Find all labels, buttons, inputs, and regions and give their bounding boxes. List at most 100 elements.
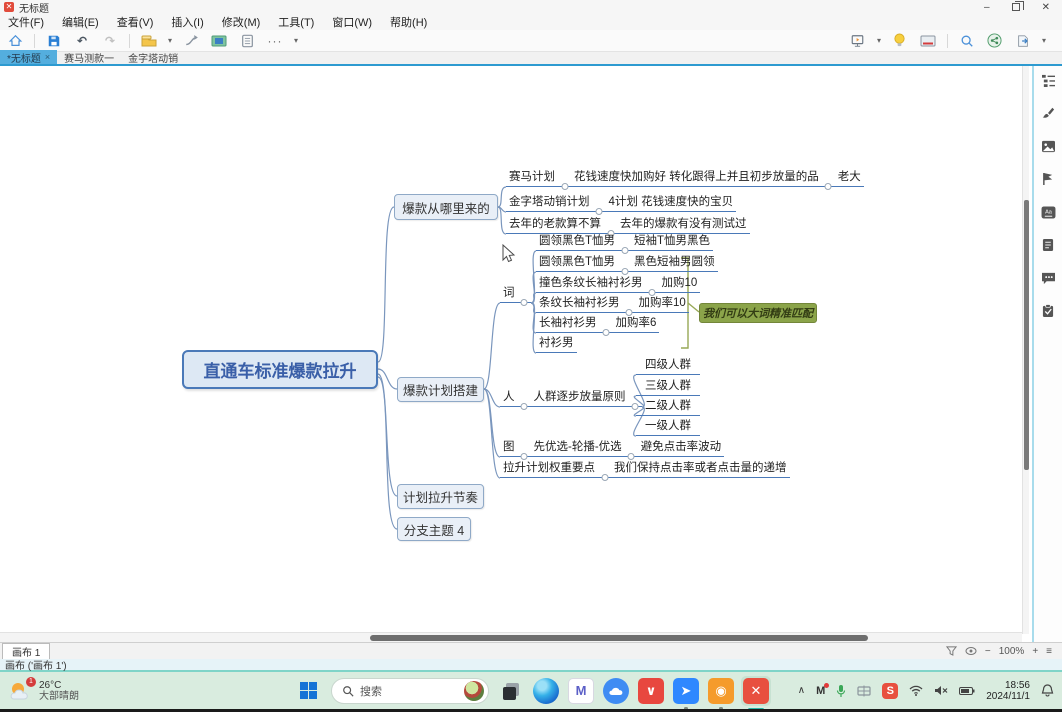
subtopic[interactable]: 二级人群 [636, 399, 700, 416]
subtopic[interactable]: 短袖T恤男黑色 [631, 234, 713, 251]
subtopic[interactable]: 去年的爆款有没有测试过 [617, 217, 750, 234]
drill-down-icon[interactable] [210, 33, 228, 49]
collapse-handle-icon[interactable] [600, 325, 613, 333]
row-pyramid-plan[interactable]: 金字塔动销计划4计划 花钱速度快的宝贝 [506, 195, 736, 212]
topic-branch-4[interactable]: 分支主题 4 [397, 517, 471, 541]
theme-icon[interactable] [140, 33, 158, 49]
messenger-app-icon[interactable]: ➤ [673, 678, 699, 704]
redo-icon[interactable]: ↷ [101, 33, 119, 49]
outline-view-icon[interactable] [238, 33, 256, 49]
subtopic[interactable]: 金字塔动销计划 [506, 195, 593, 212]
subtopic[interactable]: 加购率10 [636, 296, 689, 313]
more-caret-icon[interactable]: ▾ [294, 36, 298, 45]
collapse-handle-icon[interactable] [646, 285, 659, 293]
menu-view[interactable]: 查看(V) [117, 14, 154, 30]
subtopic[interactable]: 词 [500, 286, 518, 303]
tab-untitled[interactable]: *无标题 × [0, 50, 57, 64]
orange-app-icon[interactable]: ◉ [708, 678, 734, 704]
subtopic[interactable]: 黑色短袖男圆领 [631, 255, 718, 272]
notes-panel-icon[interactable] [1040, 237, 1056, 253]
red-app-icon[interactable]: ∨ [638, 678, 664, 704]
topic-plan-rhythm[interactable]: 计划拉升节奏 [397, 484, 484, 509]
edge-app-icon[interactable] [533, 678, 559, 704]
collapse-handle-icon[interactable] [558, 179, 571, 187]
collapse-handle-icon[interactable] [518, 295, 531, 303]
subtopic[interactable]: 去年的老款算不算 [506, 217, 604, 234]
subtopic[interactable]: 人 [500, 390, 518, 407]
row-crowd-2[interactable]: 二级人群 [636, 399, 700, 416]
row-weight[interactable]: 拉升计划权重要点我们保持点击率或者点击量的递增 [500, 461, 790, 478]
home-icon[interactable] [6, 33, 24, 49]
collapse-handle-icon[interactable] [618, 243, 631, 251]
subtopic[interactable]: 加购10 [659, 276, 701, 293]
tab-close-icon[interactable]: × [45, 52, 50, 62]
row-word-6[interactable]: 衬衫男 [536, 336, 577, 353]
row-word-1[interactable]: 圆领黑色T恤男短袖T恤男黑色 [536, 234, 713, 251]
summary-callout[interactable]: 我们可以大词精准匹配 [699, 303, 817, 323]
tray-sogou-icon[interactable]: S [882, 683, 898, 699]
central-topic[interactable]: 直通车标准爆款拉升 [182, 350, 378, 389]
taskbar-search[interactable]: 搜索 [331, 678, 489, 704]
visibility-icon[interactable] [965, 646, 977, 656]
minimize-button[interactable]: – [984, 2, 990, 13]
restore-button[interactable] [1012, 3, 1020, 11]
subtopic[interactable]: 圆领黑色T恤男 [536, 255, 618, 272]
row-word-5[interactable]: 长袖衬衫男加购率6 [536, 316, 659, 333]
tab-saima[interactable]: 赛马测款一 [57, 50, 121, 64]
cloud-app-icon[interactable] [603, 678, 629, 704]
menu-edit[interactable]: 编辑(E) [62, 14, 99, 30]
tray-volume-muted-icon[interactable] [934, 685, 948, 696]
outline-panel-icon[interactable] [1040, 72, 1056, 88]
collapse-handle-icon[interactable] [593, 204, 606, 212]
export-icon[interactable] [1014, 33, 1032, 49]
row-picture[interactable]: 图先优选-轮播-优选避免点击率波动 [500, 440, 724, 457]
subtopic[interactable]: 拉升计划权重要点 [500, 461, 598, 478]
row-person[interactable]: 人人群逐步放量原则 [500, 390, 642, 407]
tray-m-icon[interactable]: M [816, 685, 825, 697]
marker-flag-icon[interactable] [1040, 171, 1056, 187]
menu-tools[interactable]: 工具(T) [278, 14, 314, 30]
row-saima-plan[interactable]: 赛马计划花钱速度快加购好 转化跟得上并且初步放量的品老大 [506, 170, 864, 187]
menu-modify[interactable]: 修改(M) [222, 14, 261, 30]
filter-icon[interactable] [946, 646, 957, 656]
subtopic[interactable]: 一级人群 [636, 419, 700, 436]
image-panel-icon[interactable] [1040, 138, 1056, 154]
topic-where-from[interactable]: 爆款从哪里来的 [394, 194, 498, 220]
theme-caret-icon[interactable]: ▾ [168, 36, 172, 45]
tray-mic-icon[interactable] [836, 684, 846, 698]
collapse-handle-icon[interactable] [598, 470, 611, 478]
presentation-caret-icon[interactable]: ▾ [877, 36, 881, 45]
collapse-handle-icon[interactable] [625, 449, 638, 457]
undo-icon[interactable]: ↶ [73, 33, 91, 49]
horizontal-scrollbar[interactable] [0, 632, 1022, 642]
search-icon[interactable] [958, 33, 976, 49]
xmind-app-active[interactable]: ✕ [741, 676, 771, 706]
subtopic[interactable]: 图 [500, 440, 518, 457]
task-panel-icon[interactable] [1040, 303, 1056, 319]
collapse-handle-icon[interactable] [518, 399, 531, 407]
idea-bulb-icon[interactable] [891, 33, 909, 49]
format-brush-icon[interactable] [1040, 105, 1056, 121]
subtopic[interactable]: 衬衫男 [536, 336, 577, 353]
horizontal-scrollbar-thumb[interactable] [370, 635, 868, 641]
row-crowd-3[interactable]: 三级人群 [636, 379, 700, 396]
tray-notification-icon[interactable] [1041, 684, 1054, 697]
subtopic[interactable]: 圆领黑色T恤男 [536, 234, 618, 251]
row-word[interactable]: 词 [500, 286, 531, 303]
subtopic[interactable]: 撞色条纹长袖衬衫男 [536, 276, 646, 293]
start-button[interactable] [300, 682, 317, 699]
subtopic[interactable]: 三级人群 [636, 379, 700, 396]
menu-insert[interactable]: 插入(I) [171, 14, 203, 30]
collapse-handle-icon[interactable] [604, 226, 617, 234]
subtopic[interactable]: 四级人群 [636, 358, 700, 375]
subtopic[interactable]: 老大 [835, 170, 864, 187]
taskview-app-icon[interactable] [498, 678, 524, 704]
collapse-handle-icon[interactable] [623, 305, 636, 313]
more-tools-icon[interactable]: ··· [266, 33, 284, 49]
tray-clock[interactable]: 18:56 2024/11/1 [986, 680, 1030, 702]
fit-view-button[interactable]: ≡ [1046, 646, 1052, 657]
relationship-icon[interactable] [182, 33, 200, 49]
mindmaster-app-icon[interactable]: M [568, 678, 594, 704]
row-word-4[interactable]: 条纹长袖衬衫男加购率10 [536, 296, 689, 313]
xmind-app-icon[interactable]: ✕ [743, 678, 769, 704]
